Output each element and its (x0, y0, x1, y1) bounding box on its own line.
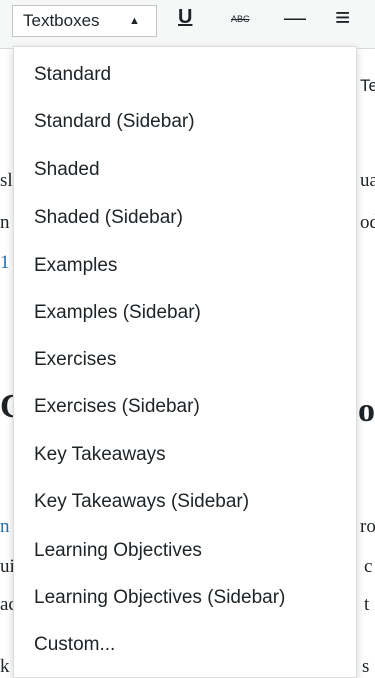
menu-item-shaded[interactable]: Shaded (34, 159, 100, 181)
heading-fragment: o (358, 392, 375, 429)
menu-item-custom[interactable]: Custom... (34, 634, 115, 656)
link-fragment: n (0, 516, 10, 537)
menu-item-learning-objectives[interactable]: Learning Objectives (34, 540, 202, 562)
text-fragment: n (0, 212, 10, 233)
text-fragment: ua (360, 170, 375, 191)
menu-item-exercises-sidebar[interactable]: Exercises (Sidebar) (34, 396, 200, 418)
text-fragment: sl (0, 170, 13, 191)
caret-up-icon: ▲ (129, 15, 140, 27)
textboxes-menu: Standard Standard (Sidebar) Shaded Shade… (13, 46, 357, 678)
strikethrough-icon[interactable]: ABC (231, 14, 250, 24)
menu-item-key-takeaways-sidebar[interactable]: Key Takeaways (Sidebar) (34, 491, 249, 513)
menu-item-learning-objectives-sidebar[interactable]: Learning Objectives (Sidebar) (34, 587, 285, 609)
tab-fragment: Te (360, 76, 375, 95)
textboxes-dropdown-label: Textboxes (23, 11, 100, 30)
menu-item-examples[interactable]: Examples (34, 255, 117, 277)
menu-item-key-takeaways[interactable]: Key Takeaways (34, 444, 166, 466)
horizontal-line-icon[interactable]: — (284, 5, 306, 31)
link-fragment: 1 (0, 252, 10, 273)
text-fragment: c (364, 556, 373, 577)
menu-item-examples-sidebar[interactable]: Examples (Sidebar) (34, 302, 201, 324)
menu-item-standard-sidebar[interactable]: Standard (Sidebar) (34, 111, 195, 133)
underline-icon[interactable]: U (178, 6, 192, 29)
text-fragment: k (0, 656, 10, 677)
textboxes-dropdown[interactable]: Textboxes ▲ (12, 5, 157, 37)
menu-item-standard[interactable]: Standard (34, 64, 111, 86)
align-justify-icon[interactable]: ≡ (335, 2, 350, 33)
text-fragment: od (360, 212, 375, 233)
text-fragment: t (364, 594, 370, 615)
menu-item-shaded-sidebar[interactable]: Shaded (Sidebar) (34, 207, 183, 229)
menu-item-exercises[interactable]: Exercises (34, 349, 116, 371)
text-fragment: ro (360, 516, 375, 537)
editor-toolbar: Textboxes ▲ U ABC — ≡ (0, 0, 375, 49)
text-fragment: s (362, 656, 370, 677)
